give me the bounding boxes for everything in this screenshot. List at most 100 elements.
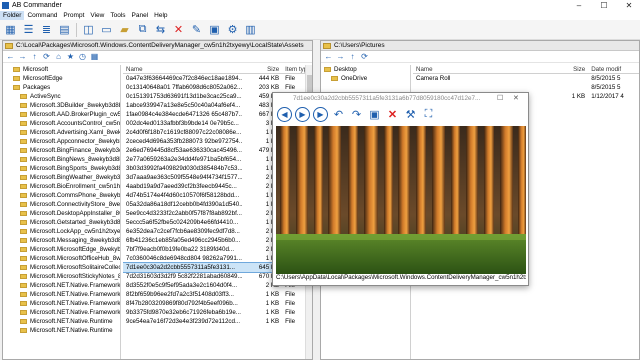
tree-item[interactable]: Microsoft.Appconnector_8wekyb3 <box>3 137 120 146</box>
next-icon[interactable]: ▶ <box>295 106 310 122</box>
tree-item[interactable]: Microsoft.MicrosoftEdge_8wekyb <box>3 245 120 254</box>
tree-item[interactable]: Microsoft.NET.Native.Framework <box>3 308 120 317</box>
delete-icon[interactable]: ✕ <box>385 107 400 122</box>
column-size[interactable]: Size <box>242 65 282 73</box>
tree-item[interactable]: ActiveSync <box>3 92 120 101</box>
tree-item[interactable]: Microsoft.BingFinance_8wekyb3d <box>3 146 120 155</box>
tree-item[interactable]: Microsoft.NET.Native.Runtime <box>3 326 120 335</box>
tree-item[interactable]: Microsoft.LockApp_cw5n1h2txye <box>3 227 120 236</box>
tree-item[interactable]: Microsoft.MicrosoftSolitaireCollect <box>3 263 120 272</box>
column-size[interactable]: Size <box>560 65 588 73</box>
minimize-button[interactable]: – <box>572 0 586 11</box>
file-row[interactable]: 0c13140648a01 7ffab6098d6c8052a062... 203… <box>123 83 312 92</box>
tree-item[interactable]: Microsoft.MicrosoftOfficeHub_8w <box>3 254 120 263</box>
view-large-icons-icon[interactable]: ▦ <box>2 21 19 38</box>
menu-tools[interactable]: Tools <box>107 11 128 20</box>
maximize-button[interactable]: ☐ <box>597 0 611 11</box>
menu-bar: Folder Command Prompt View Tools Panel H… <box>0 11 640 20</box>
tree-item[interactable]: Microsoft.Advertising.Xaml_8weky <box>3 128 120 137</box>
up-icon[interactable]: ↑ <box>29 52 40 62</box>
menu-help[interactable]: Help <box>151 11 170 20</box>
save-icon[interactable]: ▣ <box>367 107 382 122</box>
file-row[interactable]: 8f47b2803209869f80d792f4b5eef096b... 1 KB… <box>123 299 312 308</box>
tree-item[interactable]: Microsoft.BingSports_8wekyb3d8 <box>3 164 120 173</box>
tree-item[interactable]: Microsoft.AccountsControl_cw5n <box>3 119 120 128</box>
history-icon[interactable]: ◷ <box>77 52 88 62</box>
previous-icon[interactable]: ◀ <box>277 106 292 122</box>
panes-icon[interactable]: ◫ <box>80 21 97 38</box>
file-row[interactable]: 9ce54ea7e16f72d3e4e3f239d72e112cd... 1 KB… <box>123 317 312 326</box>
rotate-left-icon[interactable]: ↶ <box>331 107 346 122</box>
back-icon[interactable]: ← <box>323 52 334 62</box>
tree-item[interactable]: Microsoft.MicrosoftStickyNotes_8 <box>3 272 120 281</box>
tree-item[interactable]: Microsoft.ConnectivityStore_8wel <box>3 200 120 209</box>
viewer-maximize-button[interactable]: ☐ <box>497 94 503 102</box>
tree-item-label: Microsoft.BingWeather_8wekyb3d <box>30 174 120 181</box>
image-viewer-window[interactable]: 7d1ee0c30a2d2cbb5557311a5fe3131a6b77d805… <box>272 92 529 286</box>
tree-item[interactable]: Microsoft.Messaging_8wekyb3d8 <box>3 236 120 245</box>
command-prompt-icon[interactable]: ▭ <box>98 21 115 38</box>
file-name: 6e352dea7c2cef7fcb6ae8309fec9df7d8... <box>126 228 240 235</box>
view-icon[interactable]: ▦ <box>89 52 100 62</box>
file-row[interactable]: Camera Roll 8/5/2015 5 <box>413 74 639 83</box>
settings-icon[interactable]: ⚙ <box>224 21 241 38</box>
tree-item[interactable]: Packages <box>3 83 120 92</box>
slideshow-icon[interactable]: ▶ <box>313 106 328 122</box>
tree-item[interactable]: Microsoft.BingWeather_8wekyb3d <box>3 173 120 182</box>
menu-view[interactable]: View <box>87 11 107 20</box>
file-row[interactable]: 0a47e3f63664469ce7f2c846ec18ae1894... 444… <box>123 74 312 83</box>
view-list-icon[interactable]: ☰ <box>20 21 37 38</box>
left-path-bar[interactable]: C:\Local\Packages\Microsoft.Windows.Cont… <box>3 41 312 51</box>
move-icon[interactable]: ⇆ <box>152 21 169 38</box>
forward-icon[interactable]: → <box>17 52 28 62</box>
favorites-icon[interactable]: ★ <box>65 52 76 62</box>
forward-icon[interactable]: → <box>335 52 346 62</box>
file-name: 6fb41236c1eb85fa05ed496cc2945b6b0... <box>126 237 241 244</box>
menu-command[interactable]: Command <box>24 11 60 20</box>
menu-folder[interactable]: Folder <box>0 11 25 20</box>
right-path-bar[interactable]: C:\Users\Pictures <box>321 41 639 51</box>
tree-item[interactable]: Microsoft.BingNews_8wekyb3d8b <box>3 155 120 164</box>
file-row[interactable]: 9b3375fd9870e32eb6c71926feba6b19e... 1 KB… <box>123 308 312 317</box>
tree-item[interactable]: OneDrive <box>321 74 410 83</box>
fit-to-window-icon[interactable]: ⛶ <box>421 107 436 122</box>
up-icon[interactable]: ↑ <box>347 52 358 62</box>
refresh-icon[interactable]: ⟳ <box>41 52 52 62</box>
view-thumbnails-icon[interactable]: ▤ <box>56 21 73 38</box>
file-row[interactable]: 8f2bf659b96ee2fd7a2c3f51408d03ff3... 1 KB… <box>123 290 312 299</box>
tree-item[interactable]: Microsoft.DesktopAppInstaller_8w <box>3 209 120 218</box>
tree-item[interactable]: Microsoft.CommsPhone_8wekyb3d <box>3 191 120 200</box>
tree-item[interactable]: Microsoft.BioEnrollment_cw5n1h <box>3 182 120 191</box>
column-name[interactable]: Name <box>123 65 242 73</box>
tree-item[interactable]: Microsoft.NET.Native.Framework <box>3 281 120 290</box>
menu-panel[interactable]: Panel <box>129 11 152 20</box>
tree-item[interactable]: Microsoft.Getstarted_8wekyb3d8b <box>3 218 120 227</box>
tree-item[interactable]: Microsoft <box>3 65 120 74</box>
refresh-icon[interactable]: ⟳ <box>359 52 370 62</box>
tree-item[interactable]: MicrosoftEdge <box>3 74 120 83</box>
delete-icon[interactable]: ✕ <box>170 21 187 38</box>
tree-item[interactable]: Microsoft.AAD.BrokerPlugin_cw5n1 <box>3 110 120 119</box>
tree-item[interactable]: Microsoft.3DBuilder_8wekyb3d8b <box>3 101 120 110</box>
tree-item[interactable]: Desktop <box>321 65 410 74</box>
copy-icon[interactable]: ⧉ <box>134 21 151 38</box>
tree-item[interactable]: Microsoft.NET.Native.Framework <box>3 299 120 308</box>
tree-item[interactable]: Microsoft.NET.Native.Runtime <box>3 317 120 326</box>
filter-icon[interactable]: ▥ <box>242 21 259 38</box>
file-row[interactable]: 8/5/2015 5 <box>413 83 639 92</box>
menu-prompt[interactable]: Prompt <box>60 11 87 20</box>
view-details-icon[interactable]: ≣ <box>38 21 55 38</box>
folder-icon <box>20 130 27 135</box>
new-folder-icon[interactable]: ▰ <box>116 21 133 38</box>
column-date[interactable]: Date modif <box>588 65 639 73</box>
column-name[interactable]: Name <box>413 65 560 73</box>
rename-icon[interactable]: ✎ <box>188 21 205 38</box>
tree-item[interactable]: Microsoft.NET.Native.Framework <box>3 290 120 299</box>
home-icon[interactable]: ⌂ <box>53 52 64 62</box>
settings-icon[interactable]: ⚒ <box>403 107 418 122</box>
viewer-close-button[interactable]: ✕ <box>513 94 519 102</box>
back-icon[interactable]: ← <box>5 52 16 62</box>
close-button[interactable]: ✕ <box>622 0 636 11</box>
properties-icon[interactable]: ▣ <box>206 21 223 38</box>
rotate-right-icon[interactable]: ↷ <box>349 107 364 122</box>
